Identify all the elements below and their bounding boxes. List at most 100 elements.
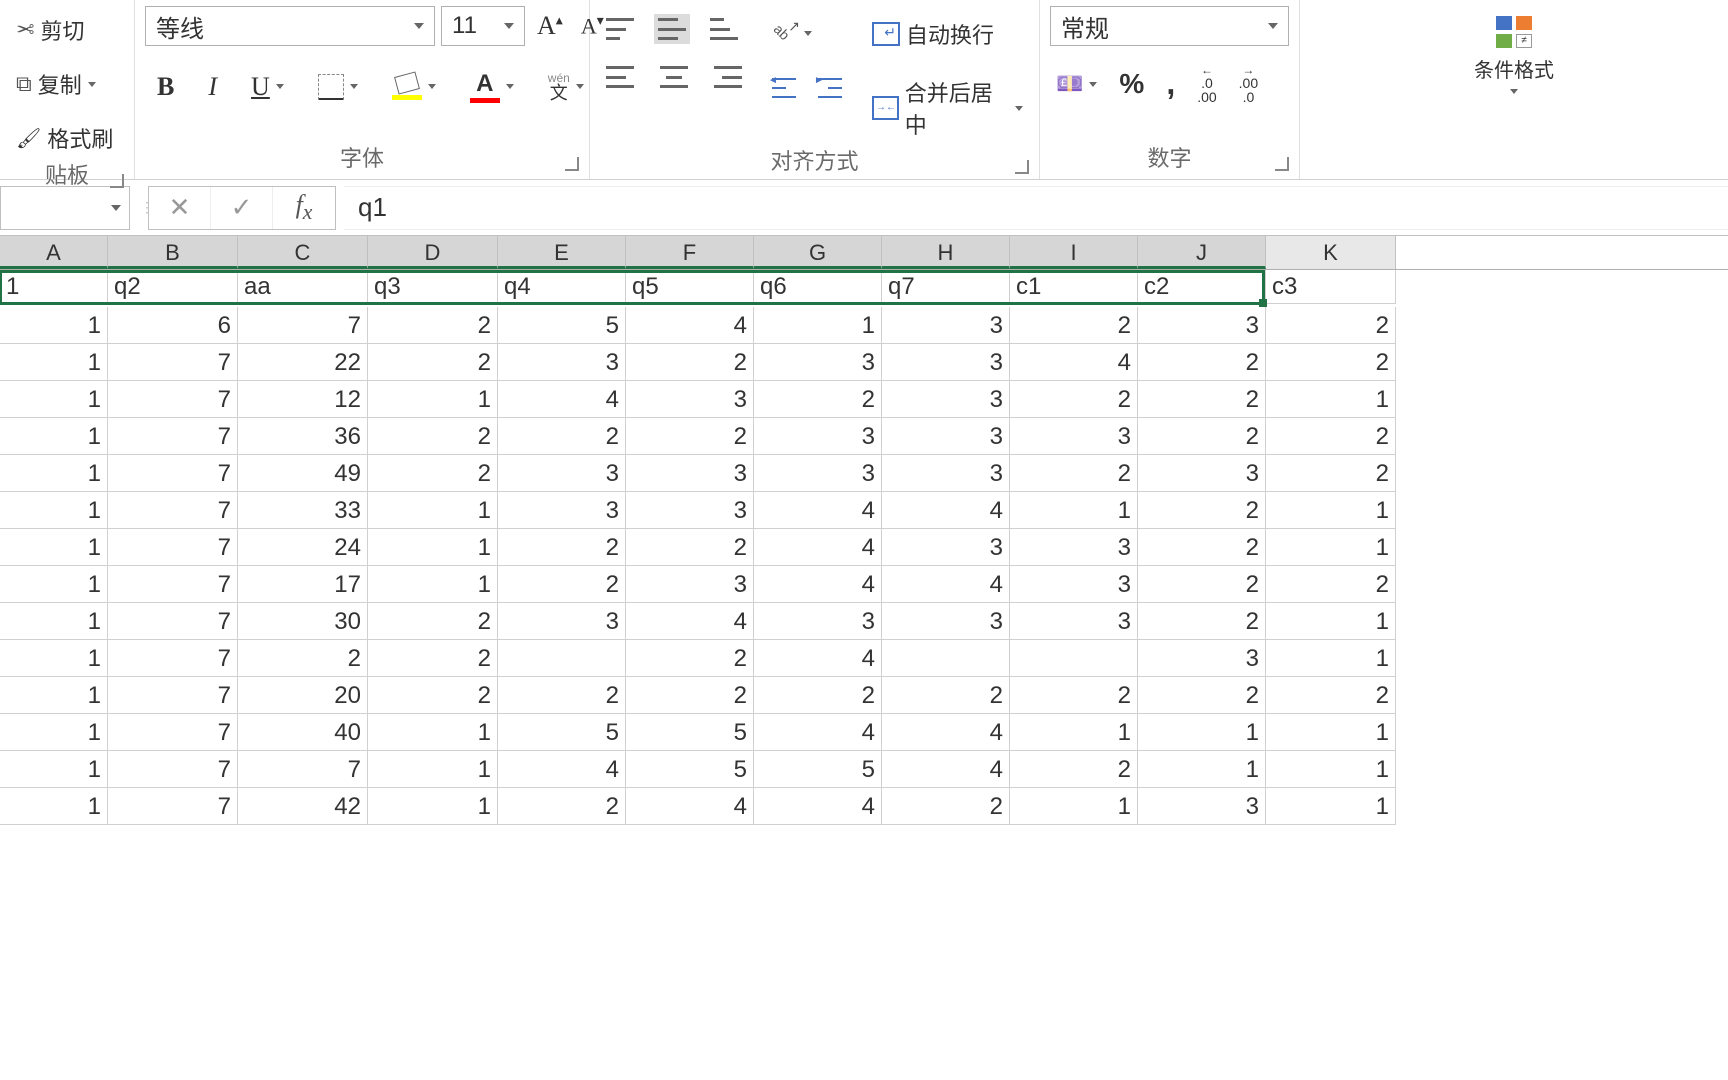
cell[interactable]: 2 (882, 788, 1010, 825)
conditional-format-button[interactable]: ≠ 条件格式 (1468, 12, 1560, 98)
underline-button[interactable]: U (245, 68, 290, 106)
cell[interactable]: 2 (368, 677, 498, 714)
cell[interactable]: aa (238, 270, 368, 304)
spreadsheet-grid[interactable]: ABCDEFGHIJK 1q2aaq3q4q5q6q7c1c2c31672541… (0, 236, 1728, 825)
cell[interactable]: 4 (626, 603, 754, 640)
cell[interactable]: 4 (754, 492, 882, 529)
cell[interactable]: 1 (1266, 640, 1396, 677)
cell[interactable]: 4 (626, 307, 754, 344)
align-middle-button[interactable] (654, 14, 690, 44)
dialog-launcher-icon[interactable] (565, 157, 579, 171)
cell[interactable]: 3 (626, 381, 754, 418)
align-top-button[interactable] (600, 14, 640, 44)
cell[interactable]: 2 (1266, 677, 1396, 714)
cell[interactable]: 3 (882, 307, 1010, 344)
cell[interactable]: 2 (626, 529, 754, 566)
cell[interactable]: 3 (1138, 640, 1266, 677)
cell[interactable]: 5 (498, 307, 626, 344)
cell[interactable]: 2 (498, 788, 626, 825)
cell[interactable]: 4 (754, 566, 882, 603)
cell[interactable]: q5 (626, 270, 754, 304)
cell[interactable]: 3 (626, 566, 754, 603)
cell[interactable]: q7 (882, 270, 1010, 304)
cell[interactable]: 1 (1266, 751, 1396, 788)
cell[interactable]: 3 (754, 418, 882, 455)
cell[interactable]: 1 (368, 714, 498, 751)
cell[interactable]: 7 (108, 344, 238, 381)
cell[interactable]: 2 (1266, 344, 1396, 381)
column-header-B[interactable]: B (108, 236, 238, 269)
cell[interactable]: 1 (0, 677, 108, 714)
cell[interactable]: 1 (1138, 751, 1266, 788)
cell[interactable]: 1 (0, 603, 108, 640)
cell[interactable]: 2 (1138, 603, 1266, 640)
cell[interactable]: 2 (1138, 344, 1266, 381)
decrease-indent-button[interactable] (766, 74, 802, 102)
cell[interactable]: 33 (238, 492, 368, 529)
cell[interactable]: 1 (1010, 492, 1138, 529)
cell[interactable]: 7 (108, 751, 238, 788)
cell[interactable]: 2 (1010, 307, 1138, 344)
cell[interactable]: 1 (368, 381, 498, 418)
cell[interactable]: 3 (882, 455, 1010, 492)
cell[interactable]: 3 (498, 603, 626, 640)
cell[interactable]: 1 (0, 381, 108, 418)
cell[interactable]: 1 (1266, 603, 1396, 640)
cell[interactable]: q6 (754, 270, 882, 304)
cell[interactable]: q3 (368, 270, 498, 304)
align-left-button[interactable] (600, 62, 640, 92)
format-painter-button[interactable]: 格式刷 (10, 118, 119, 158)
cell[interactable]: 40 (238, 714, 368, 751)
cell[interactable]: 4 (754, 640, 882, 677)
column-header-J[interactable]: J (1138, 236, 1266, 269)
align-bottom-button[interactable] (704, 14, 744, 44)
cell[interactable]: 1 (1266, 492, 1396, 529)
cell[interactable] (1010, 640, 1138, 677)
cell[interactable]: 1 (368, 492, 498, 529)
cell[interactable]: 7 (108, 603, 238, 640)
cell[interactable]: 7 (108, 566, 238, 603)
font-size-select[interactable]: 11 (441, 6, 525, 46)
cell[interactable]: 3 (498, 344, 626, 381)
cell[interactable]: 5 (754, 751, 882, 788)
cell[interactable]: 1 (0, 344, 108, 381)
cell[interactable]: 2 (1010, 677, 1138, 714)
cell[interactable]: 2 (1138, 677, 1266, 714)
cell[interactable]: 2 (498, 529, 626, 566)
wrap-text-button[interactable]: 自动换行 (866, 14, 1029, 54)
cell[interactable]: 2 (626, 344, 754, 381)
copy-button[interactable]: 复制 (10, 64, 119, 104)
cell[interactable]: 1 (0, 788, 108, 825)
cell[interactable]: 2 (1138, 492, 1266, 529)
insert-function-button[interactable]: fx (273, 187, 335, 229)
cell[interactable]: 1 (368, 751, 498, 788)
cell[interactable]: 1 (0, 566, 108, 603)
font-color-button[interactable]: A (464, 66, 520, 107)
cell[interactable]: 1 (0, 529, 108, 566)
cell[interactable]: 1 (1266, 381, 1396, 418)
cell[interactable]: 3 (882, 603, 1010, 640)
dialog-launcher-icon[interactable] (1275, 157, 1289, 171)
cell[interactable]: 7 (238, 751, 368, 788)
cell[interactable]: 4 (754, 529, 882, 566)
column-header-G[interactable]: G (754, 236, 882, 269)
cell[interactable]: 4 (498, 751, 626, 788)
column-header-D[interactable]: D (368, 236, 498, 269)
cell[interactable]: 7 (108, 455, 238, 492)
cell[interactable]: 3 (754, 455, 882, 492)
column-header-K[interactable]: K (1266, 236, 1396, 269)
cell[interactable]: 3 (626, 492, 754, 529)
enter-formula-button[interactable]: ✓ (211, 187, 273, 229)
cell[interactable]: 3 (1138, 455, 1266, 492)
cell[interactable]: 4 (754, 788, 882, 825)
cell[interactable]: q4 (498, 270, 626, 304)
increase-indent-button[interactable] (812, 74, 848, 102)
cell[interactable]: 49 (238, 455, 368, 492)
cell[interactable]: 3 (882, 529, 1010, 566)
cell[interactable]: 3 (1138, 307, 1266, 344)
cell[interactable]: 3 (882, 418, 1010, 455)
cell[interactable]: 24 (238, 529, 368, 566)
cell[interactable]: 7 (108, 677, 238, 714)
cell[interactable]: 3 (498, 455, 626, 492)
cell[interactable]: 2 (1266, 418, 1396, 455)
